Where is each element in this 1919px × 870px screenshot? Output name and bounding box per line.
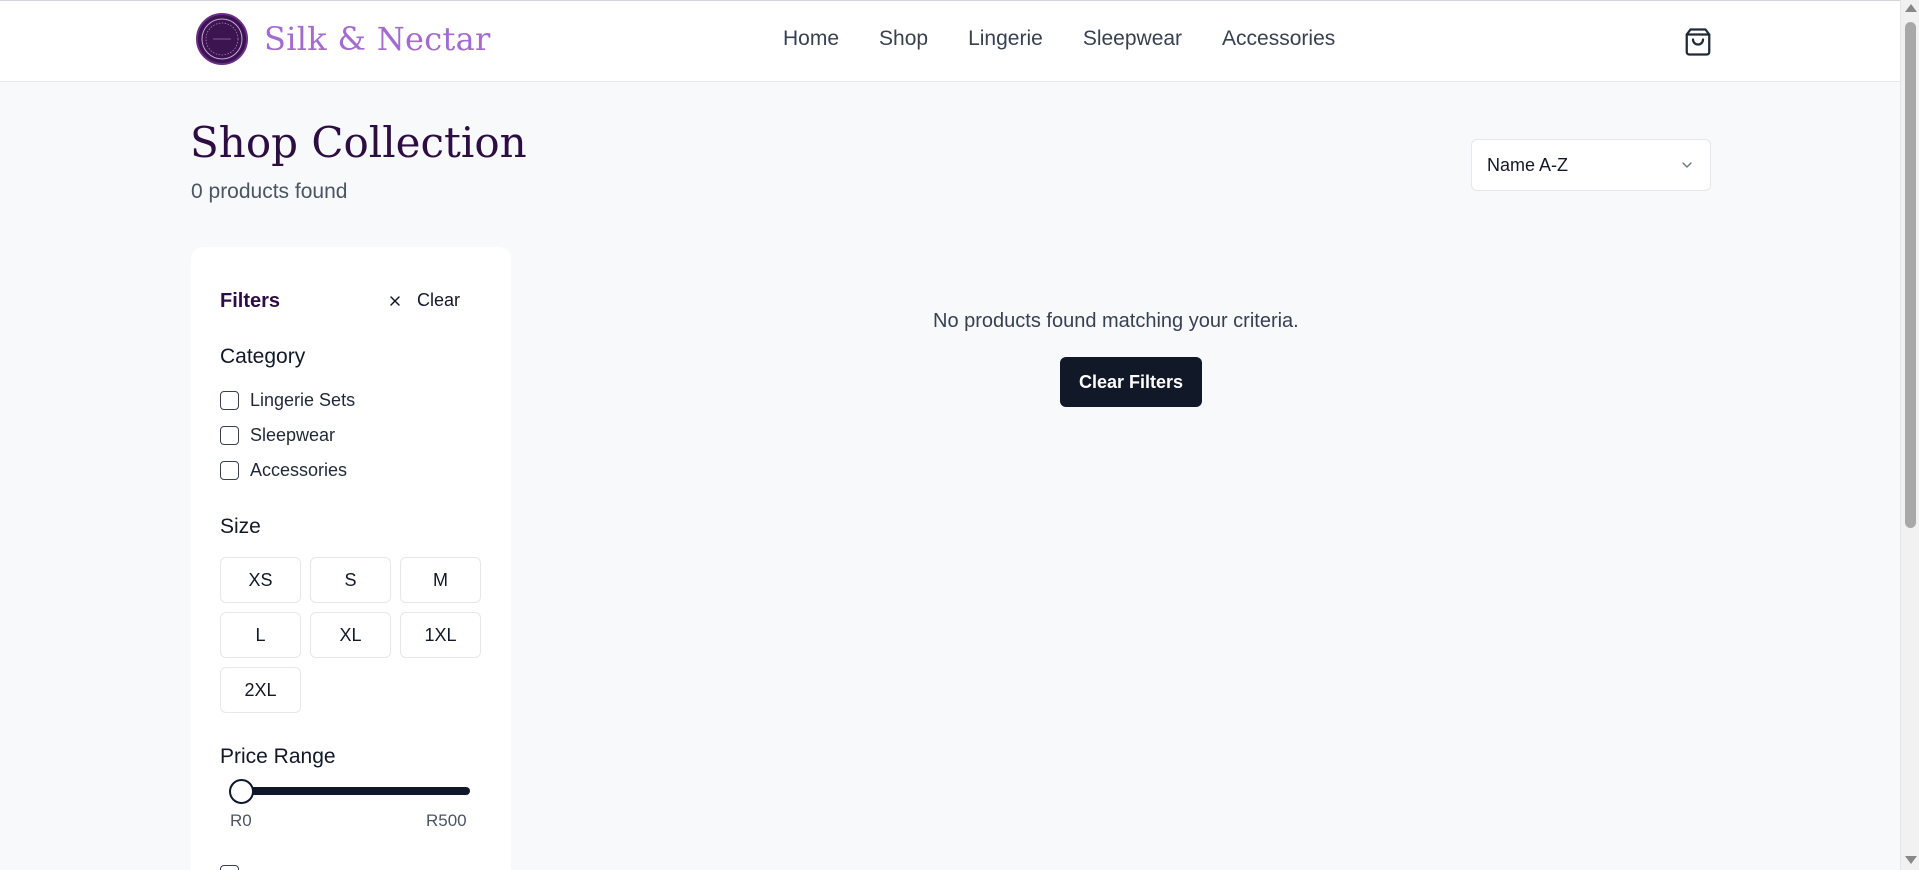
checkbox[interactable] — [220, 865, 239, 870]
cart-button[interactable] — [1683, 27, 1713, 57]
nav-accessories[interactable]: Accessories — [1222, 27, 1335, 51]
price-max-label: R500 — [426, 811, 467, 830]
filters-panel: Filters Clear Category Lingerie Sets Sle… — [191, 247, 511, 870]
category-option-label: Sleepwear — [250, 425, 336, 445]
shopping-bag-icon — [1685, 28, 1711, 56]
clear-filters-button[interactable]: Clear Filters — [1060, 357, 1202, 407]
empty-results-message: No products found matching your criteria… — [933, 310, 1299, 332]
close-icon — [390, 295, 400, 306]
size-button[interactable]: 1XL — [400, 612, 481, 658]
partial-filter-option[interactable] — [220, 865, 239, 870]
filters-title: Filters — [220, 290, 281, 312]
category-option[interactable]: Lingerie Sets — [220, 390, 355, 411]
size-button[interactable]: XL — [310, 612, 391, 658]
clear-label: Clear — [417, 290, 461, 310]
checkbox[interactable] — [220, 461, 239, 480]
category-option[interactable]: Sleepwear — [220, 425, 335, 446]
page-title: Shop Collection — [190, 118, 527, 167]
size-button[interactable]: M — [400, 557, 481, 603]
clear-filters-link[interactable]: Clear — [387, 290, 460, 311]
sort-selected-value: Name A-Z — [1487, 154, 1569, 175]
product-count: 0 products found — [191, 180, 348, 203]
main-nav: Home Shop Lingerie Sleepwear Accessories — [783, 27, 1335, 51]
category-option-label: Lingerie Sets — [250, 390, 356, 410]
page-scrollbar[interactable] — [1900, 0, 1919, 870]
nav-lingerie[interactable]: Lingerie — [968, 27, 1043, 51]
brand-link[interactable]: Silk & Nectar — [196, 13, 491, 65]
category-option-label: Accessories — [250, 460, 348, 480]
nav-home[interactable]: Home — [783, 27, 839, 51]
price-slider-thumb[interactable] — [229, 779, 254, 804]
category-option[interactable]: Accessories — [220, 460, 347, 481]
scroll-thumb[interactable] — [1905, 22, 1916, 528]
price-range-title: Price Range — [220, 745, 336, 768]
scroll-up-arrow[interactable] — [1905, 4, 1917, 12]
site-header: Silk & Nectar Home Shop Lingerie Sleepwe… — [0, 0, 1900, 82]
checkbox[interactable] — [220, 426, 239, 445]
checkbox[interactable] — [220, 391, 239, 410]
size-title: Size — [220, 515, 261, 538]
size-button[interactable]: S — [310, 557, 391, 603]
size-button[interactable]: XS — [220, 557, 301, 603]
price-slider-track[interactable] — [232, 787, 470, 795]
brand-name: Silk & Nectar — [264, 20, 491, 58]
nav-sleepwear[interactable]: Sleepwear — [1083, 27, 1182, 51]
size-button[interactable]: L — [220, 612, 301, 658]
brand-logo — [196, 13, 248, 65]
size-button[interactable]: 2XL — [220, 667, 301, 713]
category-title: Category — [220, 345, 306, 368]
nav-shop[interactable]: Shop — [879, 27, 928, 51]
chevron-down-icon — [1682, 162, 1692, 168]
scroll-down-arrow[interactable] — [1905, 856, 1917, 864]
price-min-label: R0 — [230, 811, 252, 830]
sort-select[interactable]: Name A-Z — [1471, 139, 1711, 191]
